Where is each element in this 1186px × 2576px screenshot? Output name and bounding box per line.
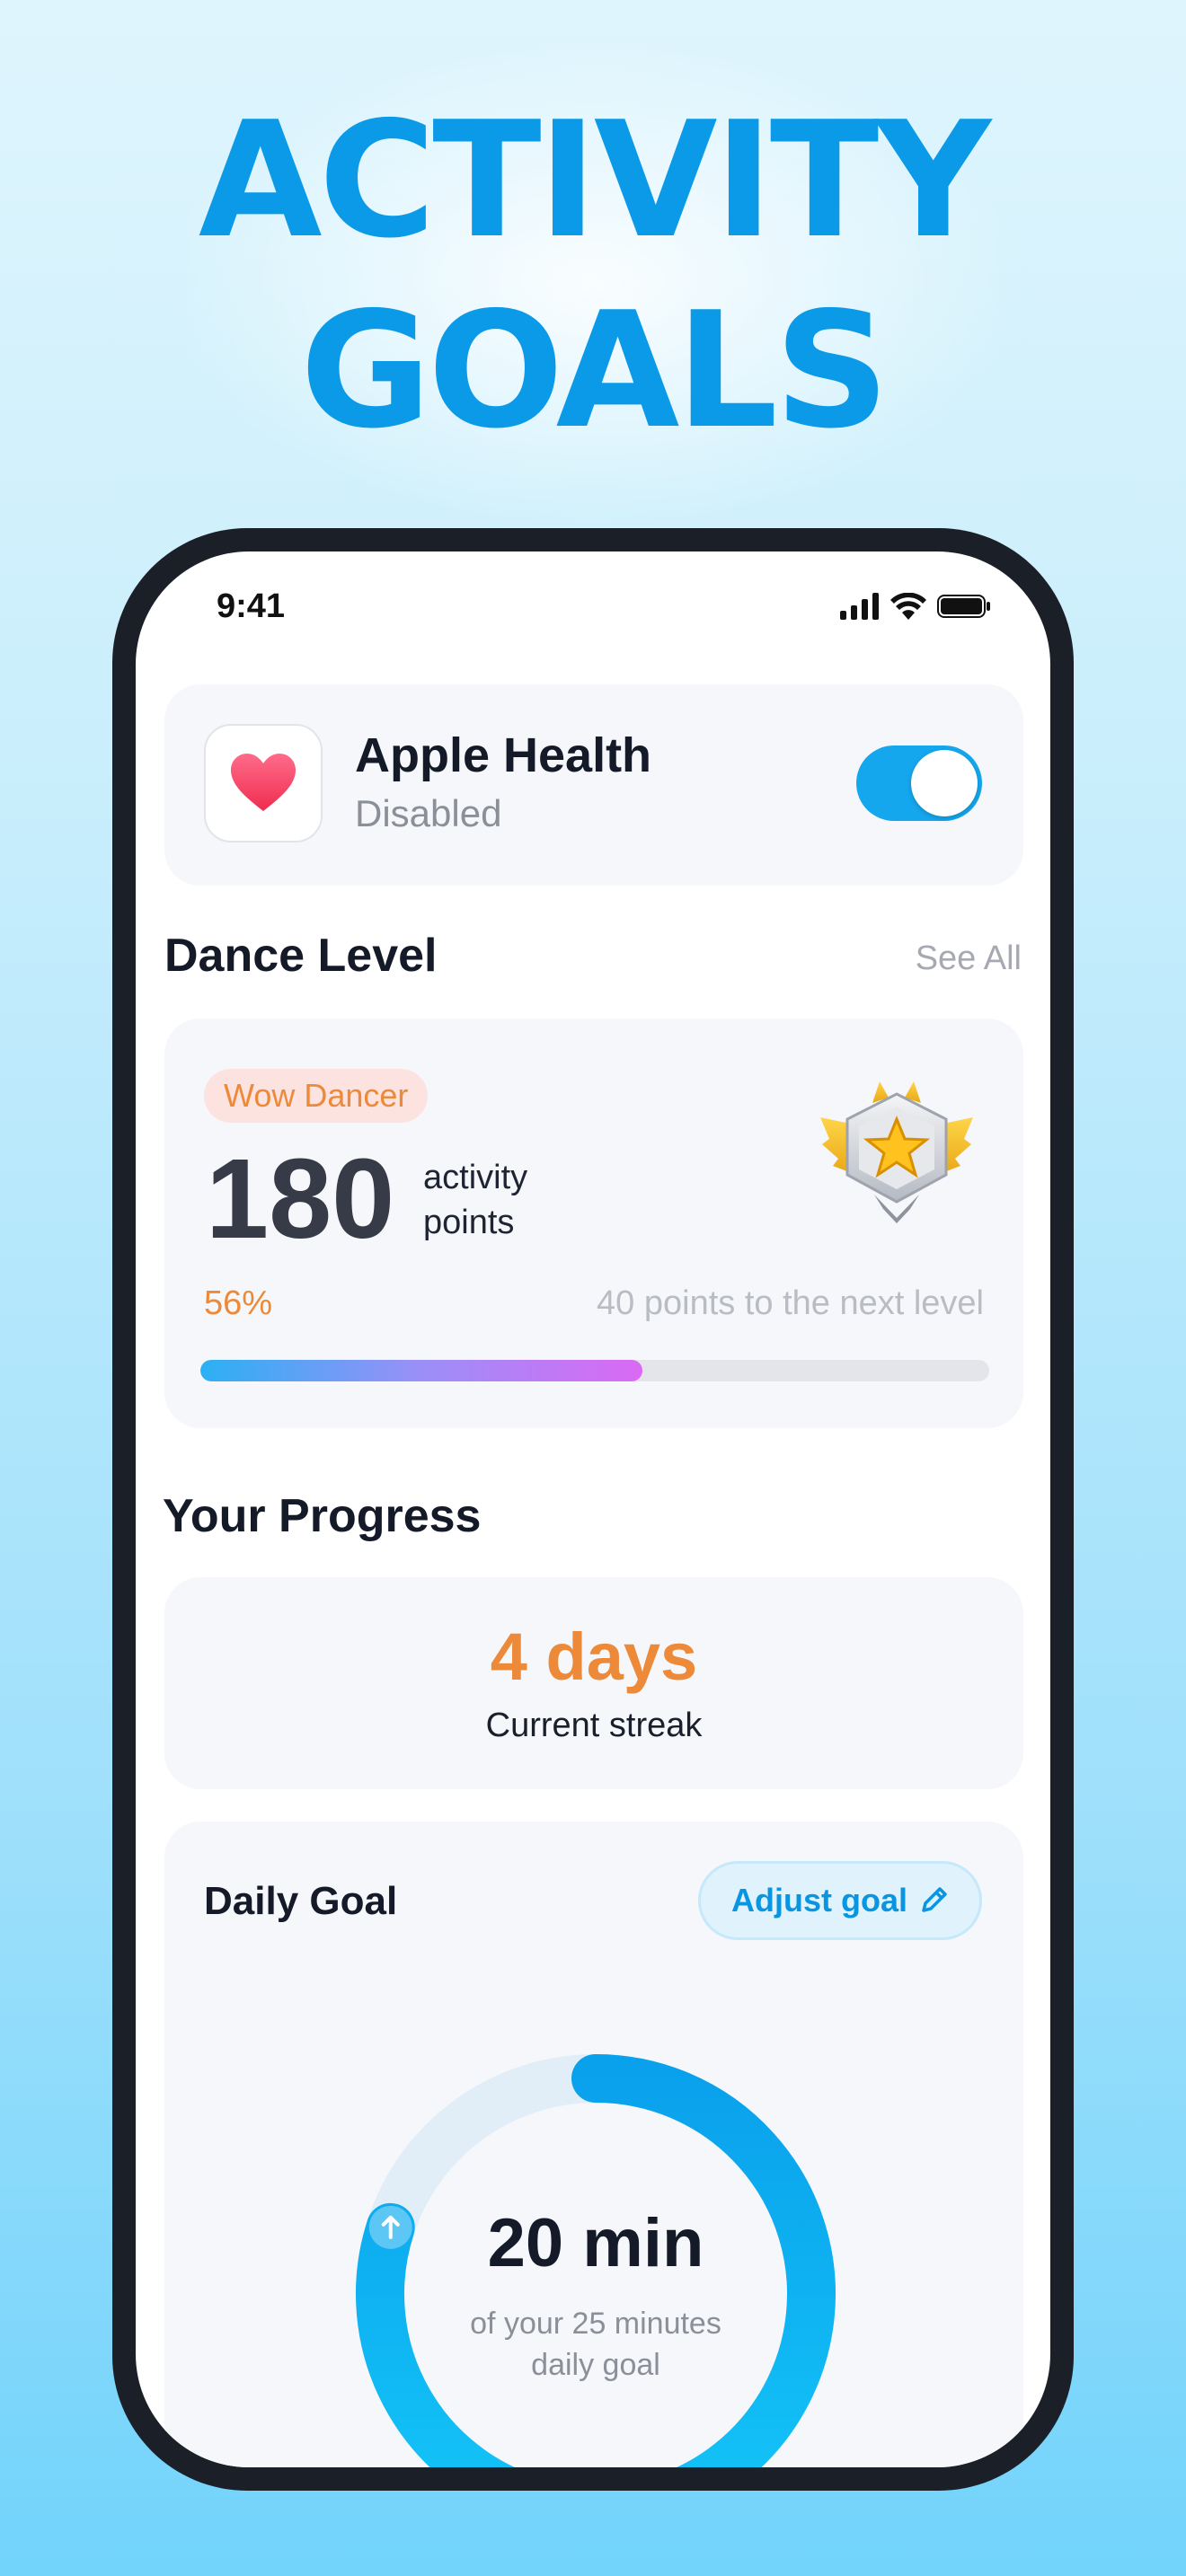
dance-level-card: Wow Dancer 180 activity points 56% 40 po… <box>164 1019 1023 1428</box>
wifi-icon <box>890 593 926 620</box>
see-all-link[interactable]: See All <box>916 940 1022 978</box>
next-level-text: 40 points to the next level <box>597 1284 984 1322</box>
apple-health-title: Apple Health <box>355 728 652 782</box>
signal-icon <box>840 593 879 620</box>
level-progress-percent: 56% <box>204 1284 273 1322</box>
daily-goal-title: Daily Goal <box>204 1879 398 1923</box>
adjust-goal-button[interactable]: Adjust goal <box>698 1861 982 1940</box>
headline-line-1: ACTIVITY <box>198 87 991 273</box>
status-icons <box>840 593 991 620</box>
activity-points-label: activity points <box>423 1155 527 1245</box>
daily-goal-caption-line-2: daily goal <box>531 2348 660 2382</box>
apple-health-status: Disabled <box>355 792 502 834</box>
apple-health-card: Apple Health Disabled <box>164 684 1023 886</box>
phone-screen: 9:41 Apple Health Disabled Dance Level S… <box>136 551 1050 2467</box>
daily-goal-card: Daily Goal Adjust goal 20 min of your 25… <box>164 1822 1023 2467</box>
daily-goal-value: 20 min <box>487 2205 704 2281</box>
level-progress-fill <box>200 1360 642 1381</box>
medal-icon <box>820 1081 973 1223</box>
headline: ACTIVITY GOALS <box>0 31 1186 534</box>
battery-icon <box>937 595 990 618</box>
daily-goal-caption: of your 25 minutes daily goal <box>407 2303 784 2386</box>
your-progress-title: Your Progress <box>163 1490 482 1542</box>
points-label-line-2: points <box>423 1204 515 1241</box>
headline-line-2: GOALS <box>299 278 890 463</box>
dance-level-title: Dance Level <box>164 930 438 982</box>
level-progress-bar <box>200 1360 989 1381</box>
streak-label: Current streak <box>485 1707 703 1744</box>
streak-card: 4 days Current streak <box>164 1577 1023 1789</box>
toggle-knob <box>911 750 978 816</box>
status-bar: 9:41 <box>136 551 1050 650</box>
daily-goal-caption-line-1: of your 25 minutes <box>470 2307 721 2341</box>
apple-health-toggle[interactable] <box>856 745 982 821</box>
pencil-icon <box>922 1887 947 1912</box>
activity-points-value: 180 <box>206 1135 395 1262</box>
status-time: 9:41 <box>217 587 286 625</box>
heart-icon <box>231 754 296 811</box>
phone-frame: 9:41 Apple Health Disabled Dance Level S… <box>112 528 1074 2491</box>
level-badge: Wow Dancer <box>204 1069 429 1123</box>
streak-value: 4 days <box>490 1619 698 1694</box>
points-label-line-1: activity <box>423 1159 528 1196</box>
adjust-goal-label: Adjust goal <box>731 1882 907 1919</box>
apple-health-app-icon <box>204 724 323 842</box>
